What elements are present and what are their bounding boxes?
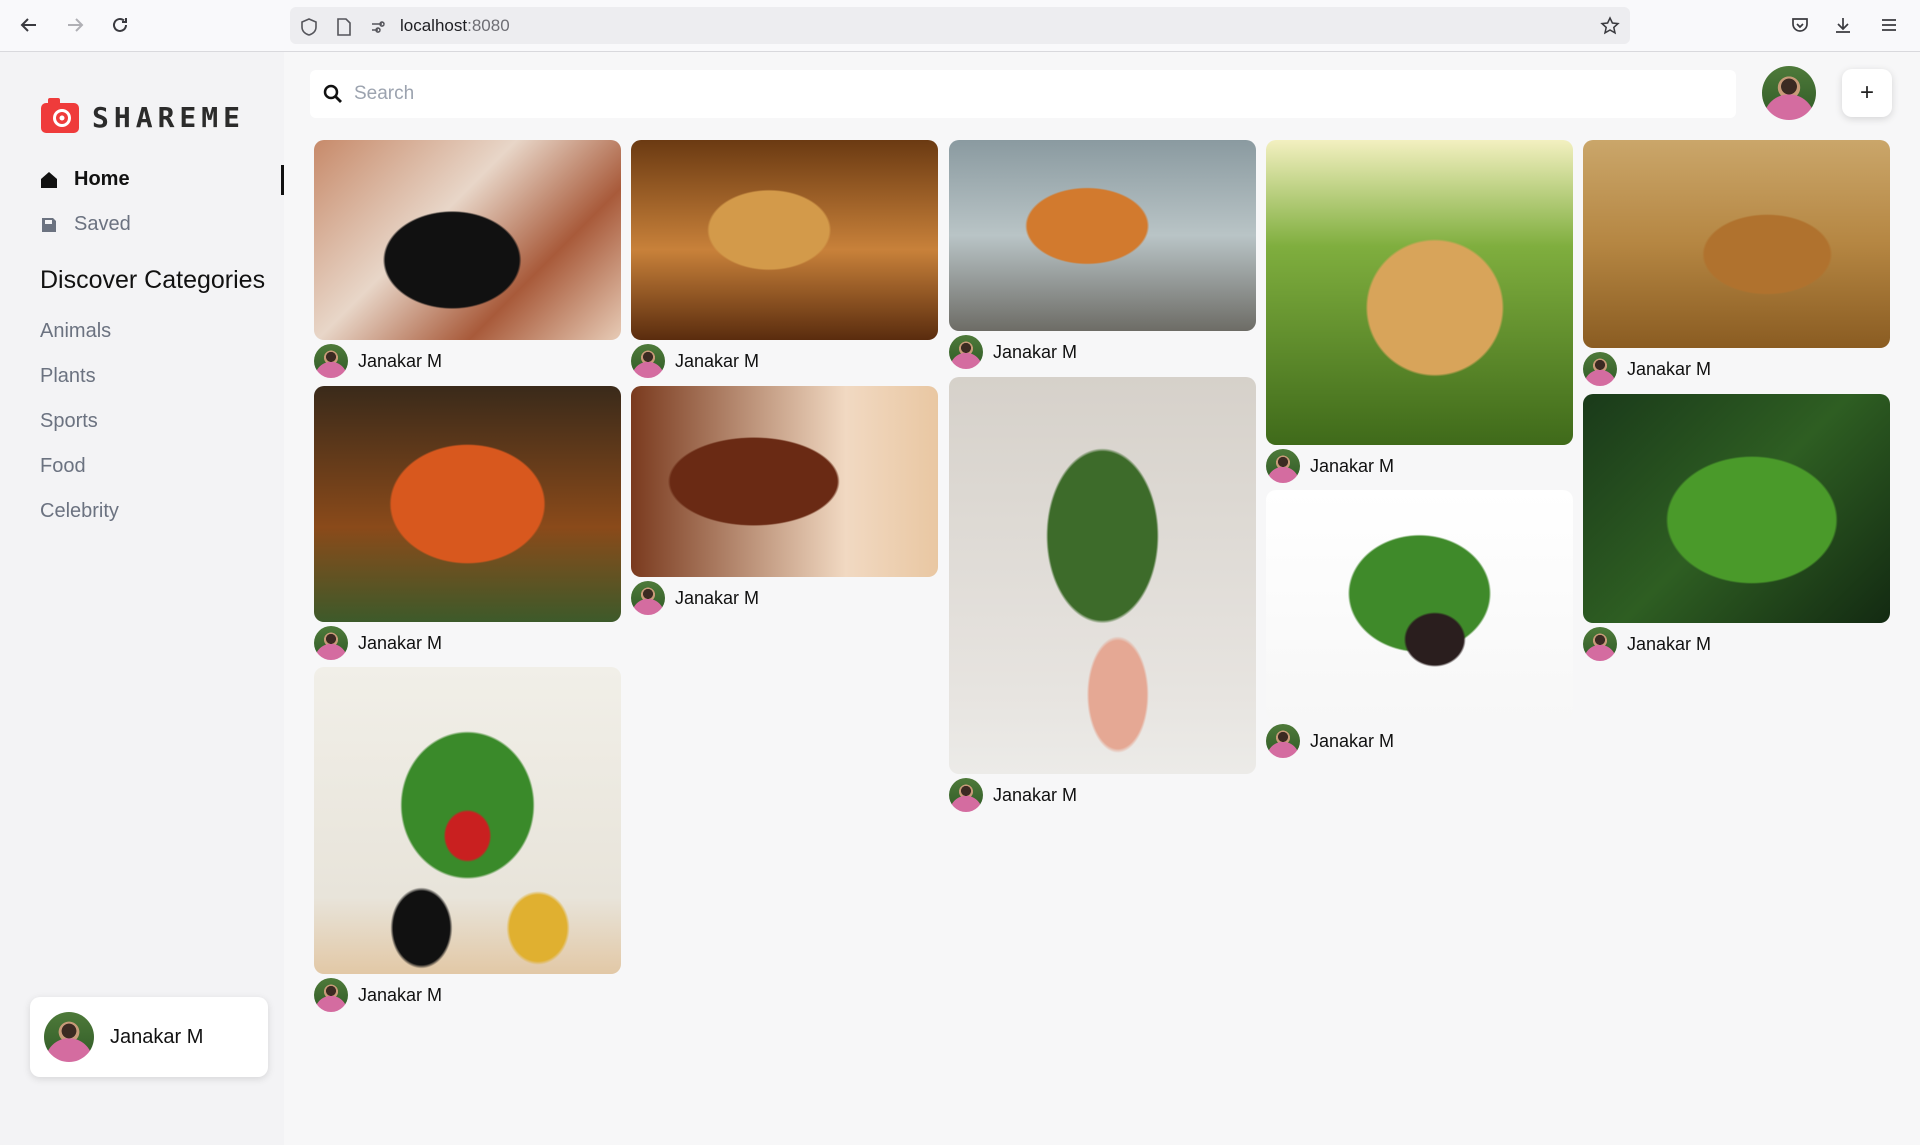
- avatar: [44, 1012, 94, 1062]
- avatar: [314, 344, 348, 378]
- pin-author[interactable]: Janakar M: [1583, 627, 1890, 661]
- avatar: [314, 626, 348, 660]
- avatar: [1266, 724, 1300, 758]
- pin-card[interactable]: Janakar M: [1266, 140, 1573, 483]
- pin-author[interactable]: Janakar M: [631, 581, 938, 615]
- camera-icon: [40, 95, 80, 140]
- bookmark-star-icon[interactable]: [1600, 16, 1620, 41]
- pin-card[interactable]: Janakar M: [631, 386, 938, 615]
- avatar: [314, 978, 348, 1012]
- logo-text: SHAREME: [92, 101, 246, 134]
- pin-author[interactable]: Janakar M: [1266, 724, 1573, 758]
- search-bar[interactable]: [310, 70, 1736, 118]
- pocket-icon[interactable]: [1787, 12, 1813, 38]
- save-icon: [40, 216, 62, 234]
- pin-author[interactable]: Janakar M: [1266, 449, 1573, 483]
- pin-image[interactable]: [631, 140, 938, 340]
- shield-icon[interactable]: [300, 18, 318, 41]
- pin-image[interactable]: [314, 140, 621, 340]
- pin-author[interactable]: Janakar M: [949, 335, 1256, 369]
- section-title: Discover Categories: [40, 266, 266, 294]
- reload-icon[interactable]: [107, 12, 133, 38]
- pin-image[interactable]: [1583, 140, 1890, 348]
- category-sports[interactable]: Sports: [40, 410, 98, 433]
- category-celebrity[interactable]: Celebrity: [40, 500, 119, 523]
- search-icon: [322, 83, 344, 105]
- sidebar: SHAREME Home Saved Discover Categories A…: [0, 52, 284, 1145]
- sidebar-item-label: Home: [74, 168, 130, 190]
- back-icon[interactable]: [16, 12, 42, 38]
- download-icon[interactable]: [1830, 12, 1856, 38]
- pin-card[interactable]: Janakar M: [314, 140, 621, 378]
- search-input[interactable]: [352, 82, 1656, 106]
- pin-card[interactable]: Janakar M: [314, 667, 621, 1012]
- active-indicator: [281, 165, 284, 195]
- category-animals[interactable]: Animals: [40, 320, 111, 343]
- pin-card[interactable]: Janakar M: [1583, 140, 1890, 386]
- page-icon[interactable]: [336, 18, 352, 41]
- avatar: [1583, 352, 1617, 386]
- avatar: [949, 335, 983, 369]
- avatar: [949, 778, 983, 812]
- forward-icon[interactable]: [62, 12, 88, 38]
- pin-image[interactable]: [1583, 394, 1890, 623]
- user-name: Janakar M: [110, 1025, 204, 1048]
- home-icon: [40, 171, 62, 189]
- logo[interactable]: SHAREME: [40, 95, 245, 140]
- browser-toolbar: localhost:8080: [0, 0, 1920, 52]
- category-food[interactable]: Food: [40, 455, 86, 478]
- pin-author[interactable]: Janakar M: [949, 778, 1256, 812]
- avatar: [631, 344, 665, 378]
- pin-card[interactable]: Janakar M: [1583, 394, 1890, 661]
- pin-card[interactable]: Janakar M: [631, 140, 938, 378]
- pin-author[interactable]: Janakar M: [314, 978, 621, 1012]
- pin-card[interactable]: Janakar M: [1266, 490, 1573, 758]
- hamburger-menu-icon[interactable]: [1876, 12, 1902, 38]
- pin-image[interactable]: [314, 386, 621, 622]
- pin-author[interactable]: Janakar M: [314, 344, 621, 378]
- pin-image[interactable]: [949, 377, 1256, 774]
- avatar: [1583, 627, 1617, 661]
- add-pin-button[interactable]: +: [1842, 69, 1892, 117]
- sidebar-item-saved[interactable]: Saved: [40, 213, 131, 236]
- profile-avatar[interactable]: [1762, 66, 1816, 120]
- pin-card[interactable]: Janakar M: [314, 386, 621, 660]
- pin-author[interactable]: Janakar M: [1583, 352, 1890, 386]
- pin-image[interactable]: [631, 386, 938, 577]
- pin-image[interactable]: [949, 140, 1256, 331]
- pin-author[interactable]: Janakar M: [314, 626, 621, 660]
- sidebar-item-label: Saved: [74, 213, 131, 235]
- avatar: [631, 581, 665, 615]
- address-bar[interactable]: localhost:8080: [290, 7, 1630, 44]
- permissions-icon[interactable]: [370, 18, 388, 41]
- pin-image[interactable]: [1266, 140, 1573, 445]
- pin-card[interactable]: Janakar M: [949, 377, 1256, 812]
- sidebar-item-home[interactable]: Home: [40, 168, 130, 191]
- avatar: [1266, 449, 1300, 483]
- pin-card[interactable]: Janakar M: [949, 140, 1256, 369]
- pin-image[interactable]: [314, 667, 621, 974]
- category-plants[interactable]: Plants: [40, 365, 96, 388]
- pin-author[interactable]: Janakar M: [631, 344, 938, 378]
- pin-image[interactable]: [1266, 490, 1573, 720]
- user-profile-card[interactable]: Janakar M: [30, 997, 268, 1077]
- url-text: localhost:8080: [400, 16, 510, 35]
